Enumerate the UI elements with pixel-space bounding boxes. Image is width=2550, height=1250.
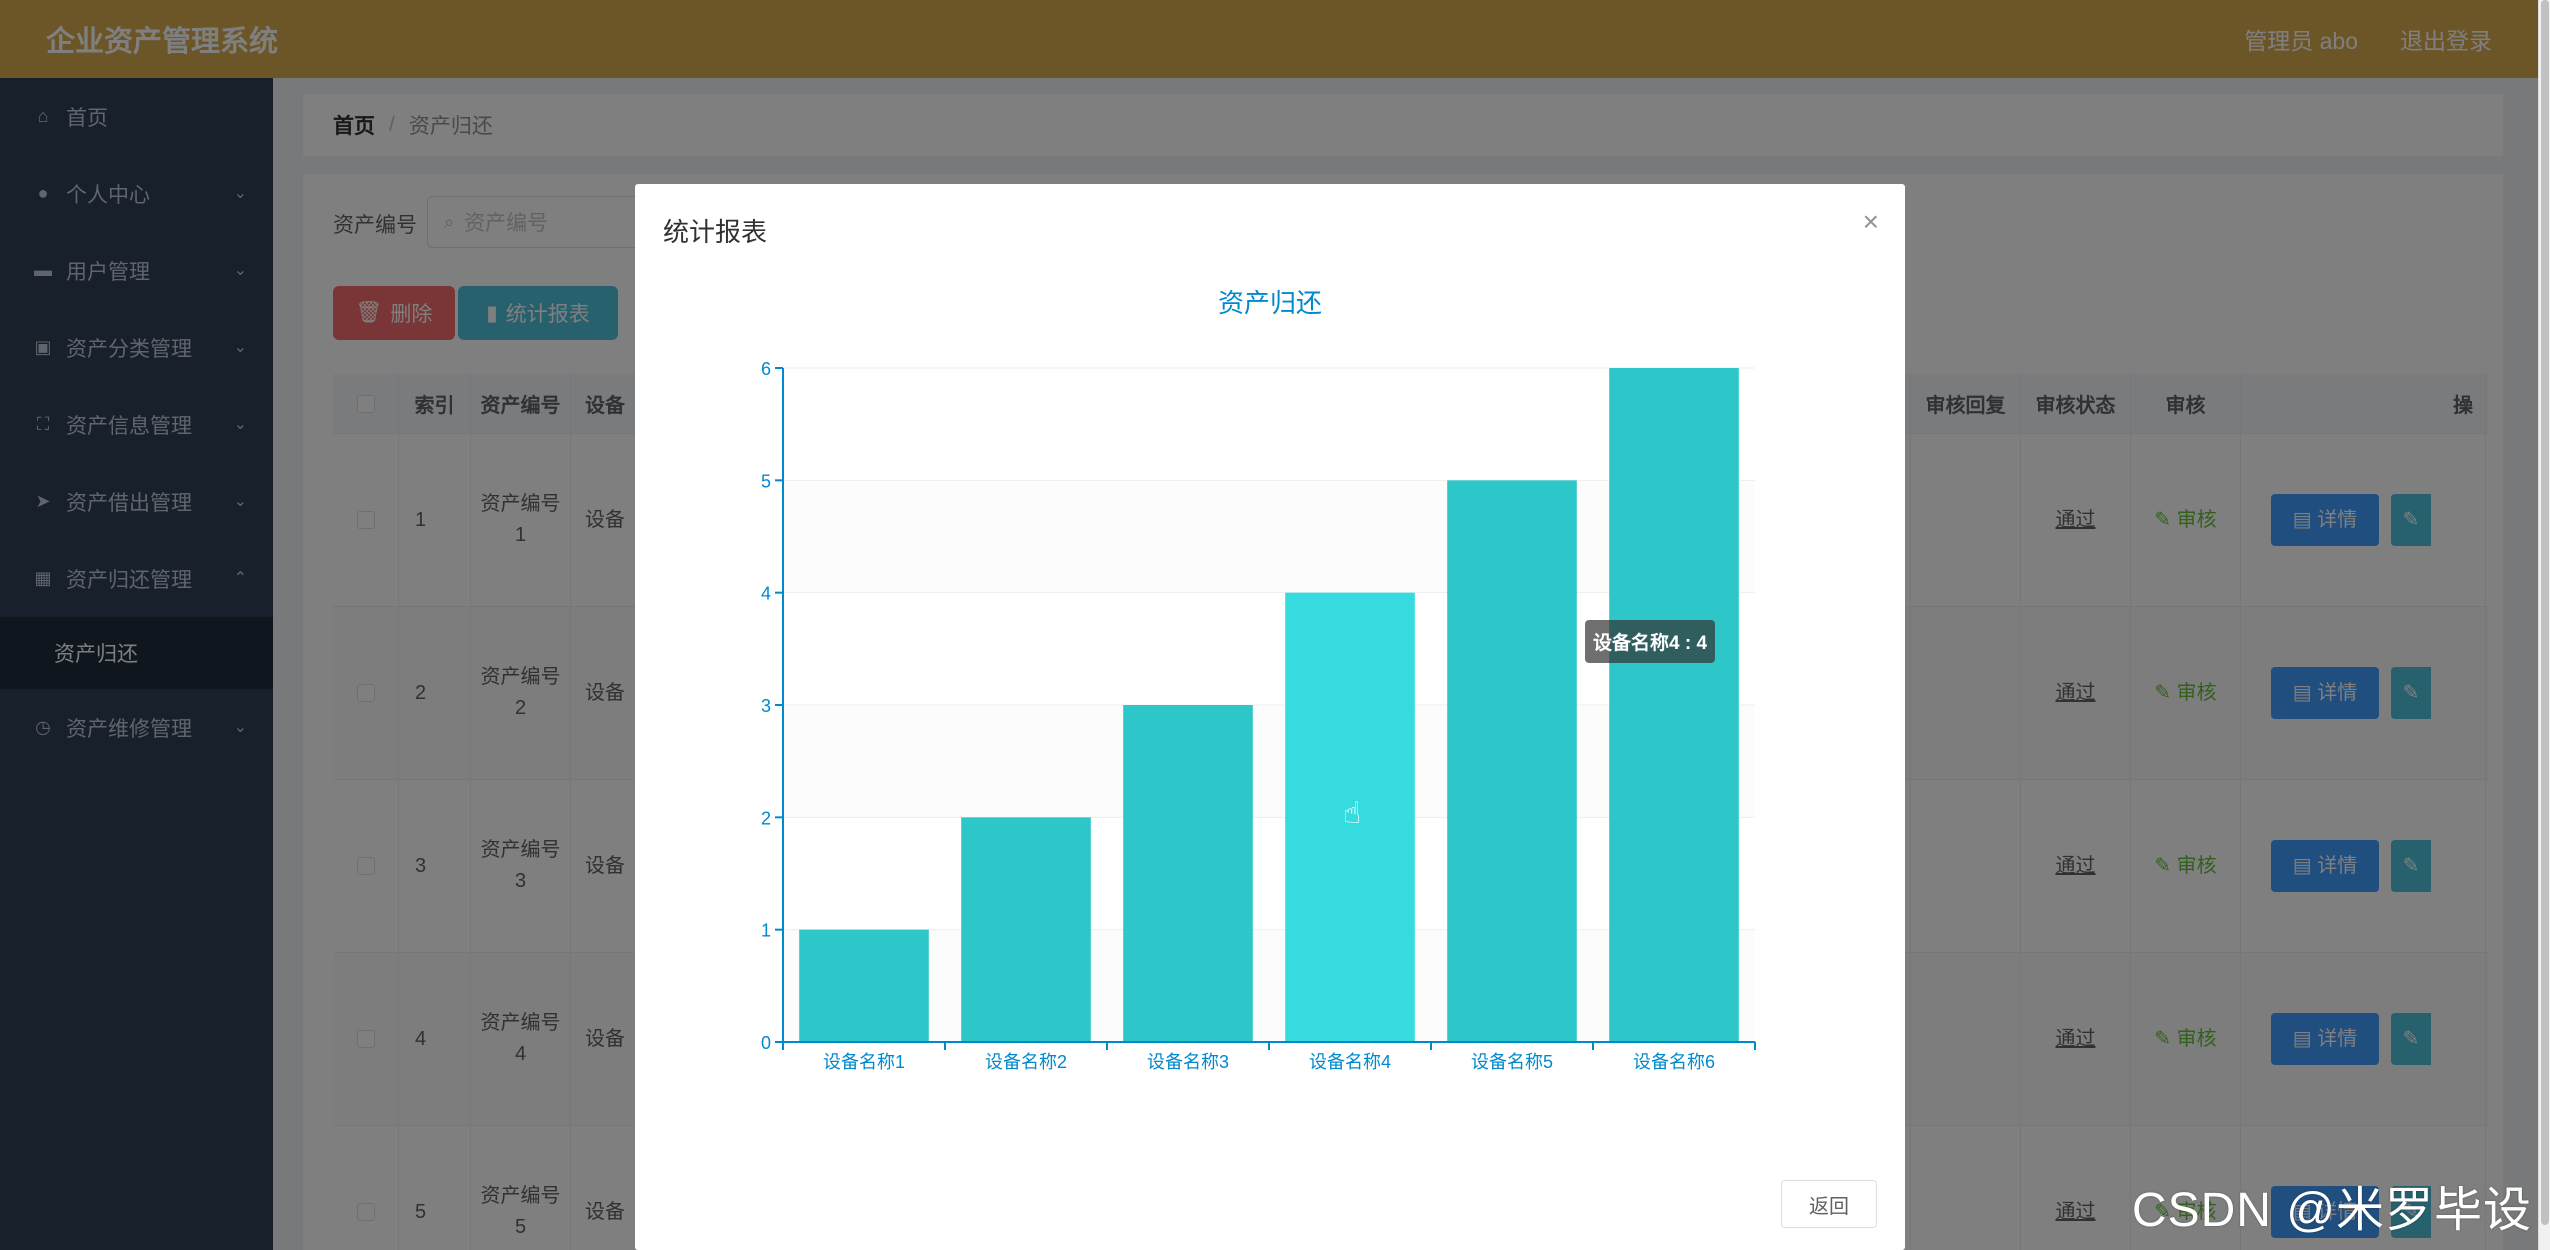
- grid-band: [783, 368, 1755, 481]
- bar-chart: 资产归还 0 1 2 3 4 5 6 设备名称1 设备名称2 设备名称3 设备名称4 设备名称5 设备名称…: [761, 288, 1756, 1072]
- watermark: CSDN @米罗毕设: [2131, 1184, 2532, 1237]
- stats-report-dialog: 统计报表 × 资产归还 0 1 2 3 4 5 6 设备名称1 设备名称2 设备名称3 设备名称4 设备…: [635, 184, 1905, 1250]
- chart-title: 资产归还: [1218, 288, 1322, 318]
- x-tick-label: 设备名称6: [1633, 1052, 1715, 1072]
- grid-band: [783, 705, 1755, 818]
- y-tick-label: 2: [761, 808, 771, 828]
- back-button[interactable]: 返回: [1781, 1180, 1877, 1228]
- chart-bar: [1447, 480, 1577, 1042]
- x-tick-label: 设备名称5: [1471, 1052, 1553, 1072]
- grid-band: [783, 480, 1755, 593]
- grid-band: [783, 817, 1755, 930]
- hand-cursor-icon: ☝: [1343, 797, 1362, 830]
- chart-tooltip: 设备名称4 : 4: [1585, 620, 1716, 663]
- page-scrollbar[interactable]: [2538, 0, 2550, 1250]
- chart-bar: [961, 817, 1091, 1042]
- y-tick-label: 4: [761, 584, 771, 604]
- x-tick-label: 设备名称3: [1147, 1052, 1229, 1072]
- dialog-title: 统计报表: [663, 217, 768, 247]
- y-tick-label: 6: [761, 359, 771, 379]
- y-tick-label: 0: [761, 1033, 771, 1053]
- x-tick-label: 设备名称1: [823, 1052, 905, 1072]
- y-tick-label: 5: [761, 471, 771, 491]
- chart-bar: [1609, 368, 1739, 1042]
- y-tick-label: 3: [761, 696, 771, 716]
- scrollbar-thumb[interactable]: [2541, 0, 2549, 1225]
- y-tick-label: 1: [761, 921, 771, 941]
- x-tick-label: 设备名称2: [985, 1052, 1067, 1072]
- chart-bar: [799, 929, 929, 1042]
- close-icon[interactable]: ×: [1863, 206, 1879, 238]
- x-tick-label: 设备名称4: [1309, 1052, 1391, 1072]
- chart-bar: [1123, 705, 1253, 1042]
